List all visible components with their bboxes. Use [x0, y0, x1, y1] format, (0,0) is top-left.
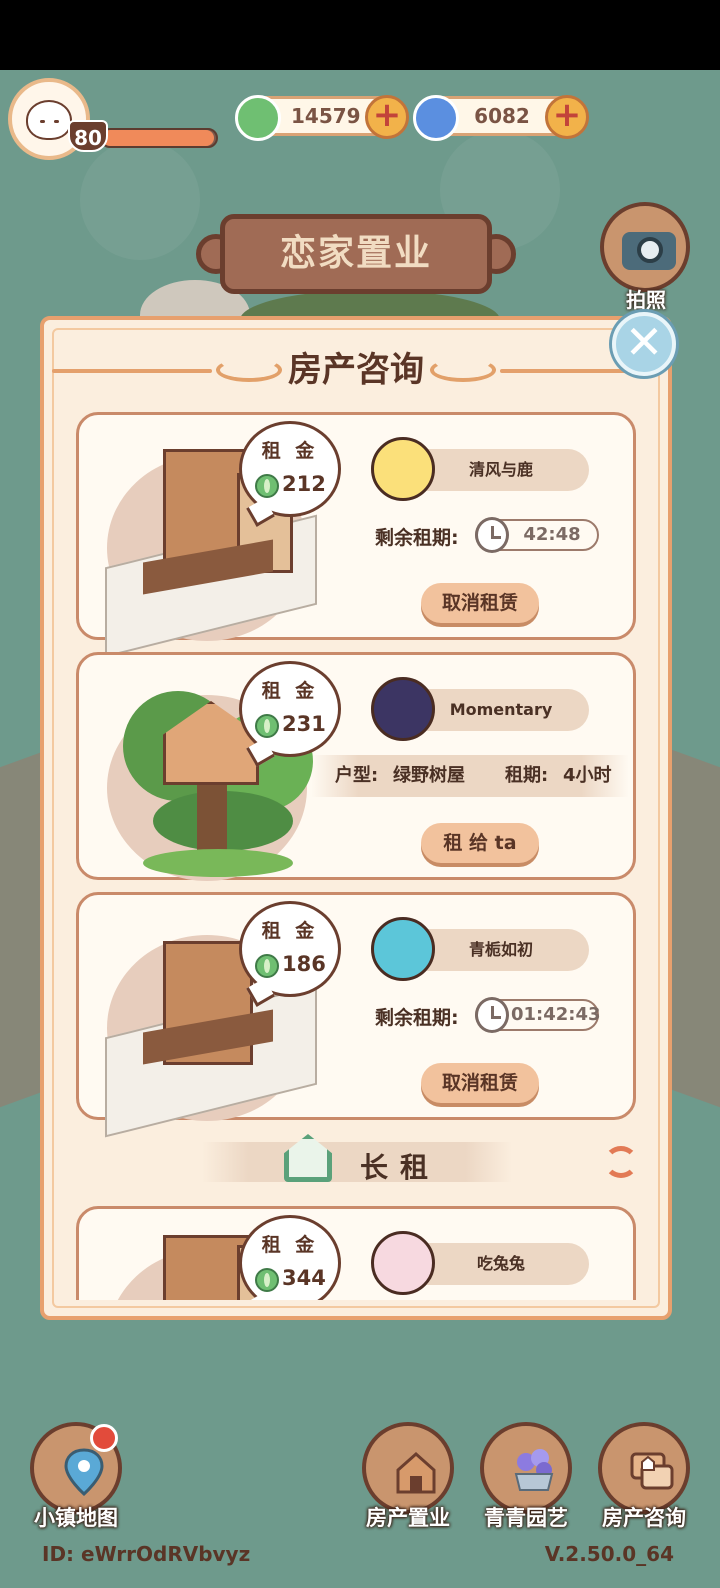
- lease-remaining-label: 剩余租期:: [375, 1007, 459, 1029]
- rent-value: 212: [282, 472, 326, 496]
- house-info-strip: 户型: 绿野树屋 租期: 4小时: [311, 755, 629, 797]
- nav-town-map[interactable]: 小镇地图: [26, 1422, 126, 1538]
- gem-currency: 6082 +: [413, 95, 589, 141]
- rent-bubble: 租 金 231: [239, 661, 341, 757]
- tenant-name: 青栀如初: [468, 940, 533, 959]
- clover-coin-icon: [255, 1268, 279, 1292]
- clover-coin-icon: [255, 954, 279, 978]
- player-level-badge: 80: [68, 120, 108, 152]
- property-card[interactable]: 租 金 186 青栀如初 剩余租期: 01:42:43 取消租赁: [76, 892, 636, 1138]
- duck-avatar-icon[interactable]: [371, 437, 435, 501]
- house-type-value: 绿野树屋: [393, 765, 465, 786]
- rent-bubble: 租 金 344: [239, 1215, 341, 1300]
- lease-remaining-label: 剩余租期:: [375, 527, 459, 549]
- rent-label: 租 金: [261, 1234, 319, 1256]
- long-term-section-title: 长租: [360, 1151, 441, 1184]
- chat-house-icon: [630, 1452, 674, 1490]
- rent-label: 租 金: [261, 440, 319, 462]
- clover-coin-icon: [255, 474, 279, 498]
- property-card[interactable]: 租 金 212 清风与鹿 剩余租期: 42:48 取消租赁: [76, 412, 636, 658]
- rent-to-tenant-button[interactable]: 租 给 ta: [421, 823, 539, 863]
- cancel-lease-button[interactable]: 取消租赁: [421, 1063, 539, 1103]
- camera-lens-icon: [637, 237, 663, 263]
- close-icon: ✕: [624, 315, 664, 369]
- page-banner: 恋家置业: [196, 208, 516, 300]
- app-version: V.2.50.0_64: [544, 1542, 674, 1566]
- nav-label: 小镇地图: [34, 1506, 118, 1530]
- player-id: ID: eWrrOdRVbvyz: [42, 1542, 251, 1566]
- rent-bubble: 租 金 186: [239, 901, 341, 997]
- xp-progress-fill: [102, 130, 214, 146]
- nav-property-consult[interactable]: 房产咨询: [594, 1422, 694, 1538]
- xp-progress-bar: [100, 128, 218, 148]
- lease-period-value: 4小时: [563, 765, 612, 786]
- nav-label: 房产咨询: [602, 1506, 686, 1530]
- clock-icon: [475, 517, 509, 553]
- rent-label: 租 金: [261, 920, 319, 942]
- property-card[interactable]: 租 金 231 Momentary 户型: 绿野树屋 租期: 4小时 租 给 t…: [76, 652, 636, 881]
- photo-button[interactable]: 拍照: [598, 202, 694, 312]
- rent-label: 租 金: [261, 680, 319, 702]
- refresh-icon[interactable]: [604, 1146, 638, 1178]
- tenant-name: 清风与鹿: [468, 460, 533, 479]
- nav-button-circle: [362, 1422, 454, 1514]
- clock-icon: [475, 997, 509, 1033]
- cancel-lease-button[interactable]: 取消租赁: [421, 583, 539, 623]
- add-gem-button[interactable]: +: [545, 95, 589, 139]
- lease-timer-text: 42:48: [523, 524, 581, 545]
- gem-currency-value: 6082: [474, 104, 530, 128]
- flower-cart-icon: [514, 1449, 554, 1491]
- clover-coin-icon: [235, 95, 281, 141]
- panel-title: 房产咨询: [288, 350, 424, 390]
- planet-avatar-icon[interactable]: [371, 677, 435, 741]
- rent-bubble: 租 金 212: [239, 421, 341, 517]
- clover-currency: 14579 +: [235, 95, 409, 141]
- tenant-name: 吃兔兔: [476, 1254, 525, 1273]
- clover-coin-icon: [255, 714, 279, 738]
- map-pin-icon: [64, 1448, 104, 1497]
- sheep-face-icon: [26, 100, 72, 140]
- bunny-avatar-icon[interactable]: [371, 1231, 435, 1295]
- lease-period-label: 租期:: [505, 765, 549, 786]
- property-card[interactable]: 租 金 344 吃兔兔: [76, 1206, 636, 1300]
- panel-title-bar: 房产咨询: [40, 340, 672, 400]
- tenant-name: Momentary: [449, 700, 553, 719]
- house-icon: [396, 1451, 436, 1494]
- lease-timer: 42:48: [475, 517, 599, 553]
- photo-button-label: 拍照: [626, 288, 666, 312]
- nav-button-circle: [598, 1422, 690, 1514]
- clover-currency-value: 14579: [291, 104, 361, 128]
- background-sun-decoration: [80, 140, 200, 260]
- rent-value: 186: [282, 952, 326, 976]
- nav-gardening[interactable]: 青青园艺: [476, 1422, 576, 1538]
- camera-button-circle: [600, 202, 690, 292]
- lease-timer: 01:42:43: [475, 997, 601, 1033]
- house-type-label: 户型:: [335, 765, 379, 786]
- status-bar: [0, 0, 720, 70]
- blue-swirl-gem-icon: [413, 95, 459, 141]
- notification-dot: [90, 1424, 118, 1452]
- lease-timer-text: 01:42:43: [511, 1004, 601, 1025]
- nav-property-buy[interactable]: 房产置业: [358, 1422, 458, 1538]
- nav-button-circle: [480, 1422, 572, 1514]
- nav-label: 房产置业: [366, 1506, 450, 1530]
- sprout-avatar-icon[interactable]: [371, 917, 435, 981]
- rent-value: 344: [282, 1266, 326, 1290]
- close-button[interactable]: ✕: [612, 312, 676, 376]
- nav-label: 青青园艺: [484, 1506, 568, 1530]
- add-clover-button[interactable]: +: [365, 95, 409, 139]
- long-term-section-bar: [202, 1142, 512, 1182]
- banner-title: 恋家置业: [279, 233, 432, 274]
- rent-value: 231: [282, 712, 326, 736]
